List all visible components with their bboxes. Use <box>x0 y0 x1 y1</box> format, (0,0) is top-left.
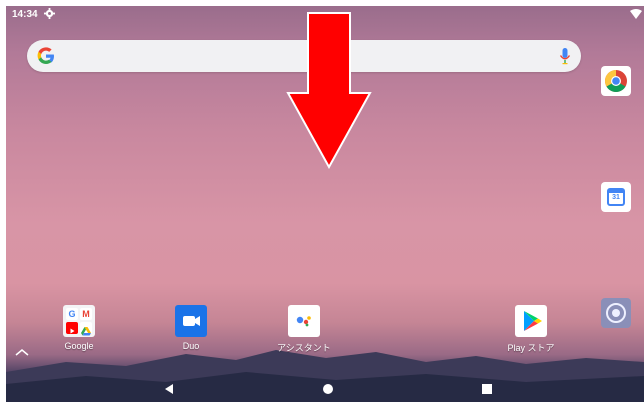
app-google-folder[interactable]: G M Google <box>39 305 119 351</box>
status-time: 14:34 <box>12 9 38 20</box>
chrome-icon[interactable] <box>601 66 631 96</box>
gmail-mini-icon: M <box>80 308 92 320</box>
navigation-bar <box>6 376 644 402</box>
app-label: アシスタント <box>277 343 331 353</box>
back-icon[interactable] <box>163 383 175 395</box>
gmail-letter: M <box>82 309 90 319</box>
app-play-store[interactable]: Play ストア <box>491 305 571 354</box>
app-label: Play ストア <box>507 343 555 353</box>
app-assistant[interactable]: アシスタント <box>264 305 344 354</box>
play-store-icon <box>515 305 547 337</box>
app-label: Google <box>64 341 94 351</box>
recents-icon[interactable] <box>481 383 493 395</box>
google-letter: G <box>68 309 76 319</box>
youtube-mini-icon <box>66 322 78 334</box>
duo-icon <box>175 305 207 337</box>
gear-icon <box>44 8 55 19</box>
home-icon[interactable] <box>322 383 334 395</box>
calendar-day: 31 <box>612 194 620 201</box>
camera-logo <box>606 303 626 323</box>
google-g-icon <box>37 47 54 64</box>
wifi-icon <box>630 9 642 19</box>
home-screen: 14:34 31 G M Google Duo アシスタント Play ストア <box>6 6 644 402</box>
google-mini-icon: G <box>66 308 78 320</box>
app-duo[interactable]: Duo <box>151 305 231 351</box>
app-label: Duo <box>182 341 200 351</box>
mic-icon[interactable] <box>559 47 571 65</box>
drive-mini-icon <box>80 322 92 336</box>
assistant-icon <box>288 305 320 337</box>
chrome-logo <box>605 70 627 92</box>
camera-icon[interactable] <box>601 298 631 328</box>
app-drawer-handle[interactable] <box>15 348 29 356</box>
google-folder-icon: G M <box>63 305 95 337</box>
down-arrow-overlay <box>286 12 372 169</box>
calendar-icon[interactable]: 31 <box>601 182 631 212</box>
